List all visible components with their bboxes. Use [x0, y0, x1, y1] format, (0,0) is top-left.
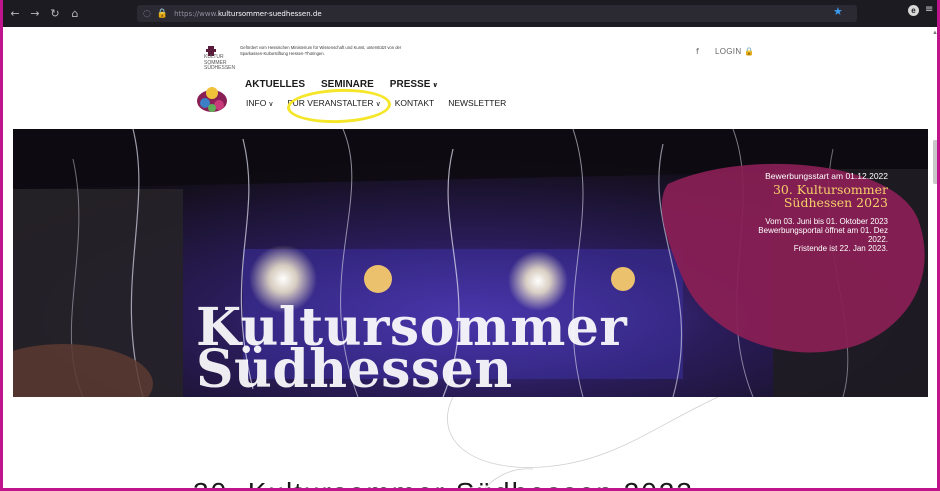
hamburger-menu-icon[interactable]: ≡	[925, 4, 933, 15]
announcement-title: 30. Kultursommer Südhessen 2023	[773, 183, 888, 209]
nav-item-kontakt[interactable]: KONTAKT	[395, 98, 435, 108]
chevron-down-icon: ∨	[268, 100, 274, 108]
announcement-detail-line: 2022.	[867, 235, 888, 244]
chevron-down-icon: ∨	[432, 81, 439, 89]
section-title: 30. Kultursommer Südhessen 2023	[193, 477, 694, 488]
announcement-detail-line: Bewerbungsportal öffnet am 01. Dez	[758, 226, 888, 235]
scrollbar[interactable]	[931, 27, 937, 488]
login-label: LOGIN	[715, 47, 742, 56]
url-domain: kultursommer-suedhessen.de	[217, 9, 322, 18]
announcement-detail-line: Fristende ist 22. Jan 2023.	[793, 244, 888, 253]
nav-item-info[interactable]: INFO ∨	[246, 98, 273, 108]
url-bar[interactable]: ◌ 🔒 https://www.kultursommer-suedhessen.…	[137, 5, 857, 22]
bookmark-star-icon[interactable]: ★	[833, 5, 843, 18]
extension-icon[interactable]: e	[908, 5, 919, 16]
logo-text: KULTUR SOMMER SÜDHESSEN	[204, 54, 236, 71]
nav-item-label: PRESSE	[389, 79, 431, 90]
forward-icon[interactable]: →	[27, 6, 43, 22]
hero-banner: Kultursommer Südhessen Bewerbungsstart a…	[13, 129, 928, 397]
reload-icon[interactable]: ↻	[47, 6, 63, 22]
home-icon[interactable]: ⌂	[67, 6, 83, 22]
lock-icon: 🔒	[743, 47, 755, 56]
login-link[interactable]: LOGIN 🔒	[715, 47, 754, 56]
nav-item-presse[interactable]: PRESSE ∨	[390, 79, 438, 90]
application-start-text: Bewerbungsstart am 01.12.2022	[765, 171, 888, 181]
web-page: KULTUR SOMMER SÜDHESSEN Gefördert vom He…	[13, 27, 928, 488]
yellow-highlight-circle	[286, 87, 392, 125]
nav-item-aktuelles[interactable]: AKTUELLES	[245, 79, 305, 90]
browser-window: ← → ↻ ⌂ ◌ 🔒 https://www.kultursommer-sue…	[0, 0, 940, 491]
funding-note: Gefördert vom Hessischen Ministerium für…	[240, 45, 402, 56]
announcement-details: Vom 03. Juni bis 01. Oktober 2023 Bewerb…	[688, 217, 888, 253]
lock-icon[interactable]: 🔒	[157, 9, 168, 19]
back-icon[interactable]: ←	[7, 6, 23, 22]
facebook-icon[interactable]: f	[696, 47, 699, 56]
url-protocol: https://www.	[174, 9, 218, 18]
hero-title: Kultursommer Südhessen	[196, 302, 627, 396]
url-text[interactable]: https://www.kultursommer-suedhessen.de	[174, 10, 322, 18]
announcement-title-line2: Südhessen 2023	[783, 195, 888, 210]
scroll-thumb[interactable]	[933, 140, 937, 184]
scroll-up-icon[interactable]: ▲	[932, 30, 937, 36]
announcement-detail-line: Vom 03. Juni bis 01. Oktober 2023	[765, 217, 888, 226]
nav-item-newsletter[interactable]: NEWSLETTER	[448, 98, 506, 108]
shield-icon[interactable]: ◌	[143, 9, 151, 19]
nav-item-label: INFO	[246, 98, 267, 108]
